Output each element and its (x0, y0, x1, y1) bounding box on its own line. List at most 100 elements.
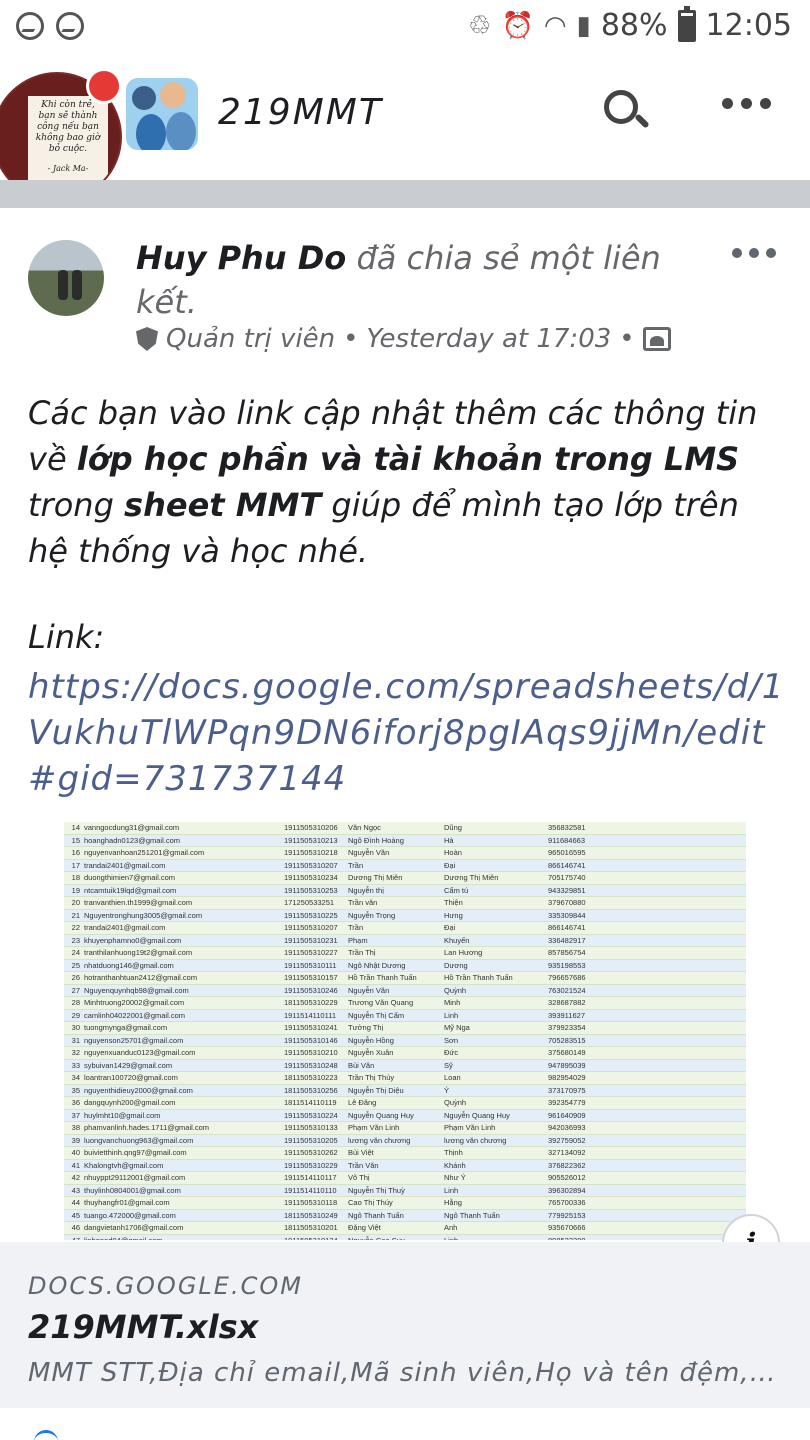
sheet-cell-stt: 38 (71, 1123, 80, 1132)
system-icons: ♲ ⏰ ◠ ▮ 88% 12:05 (468, 5, 792, 43)
sheet-cell-email: nguyenvanhoan251201@gmail.com (84, 848, 205, 857)
spreadsheet-preview: 14 vanngocdung31@gmail.com 1911505310206 Vă… (64, 822, 746, 1240)
sheet-cell-student-id: 1811505310256 (284, 1085, 338, 1095)
sheet-cell-phone: 328687882 (548, 998, 586, 1007)
sheet-cell-stt: 45 (71, 1210, 80, 1220)
sheet-cell-student-id: 1911505310205 (284, 1135, 338, 1145)
sheet-row: 42 nhuyppt29112001@gmail.com 1911514110117… (64, 1172, 746, 1185)
sheet-cell-surname: Nguyễn Trọng (348, 910, 396, 920)
section-divider (0, 180, 810, 208)
sheet-cell-phone: 982954029 (548, 1073, 586, 1082)
sheet-cell-name: Loan (444, 1073, 461, 1082)
status-bar: ♲ ⏰ ◠ ▮ 88% 12:05 (0, 0, 810, 58)
sheet-cell-phone: 705175740 (548, 873, 586, 882)
sheet-cell-stt: 39 (71, 1135, 80, 1145)
sheet-cell-name: Minh (444, 998, 461, 1007)
more-button[interactable] (722, 98, 771, 109)
sheet-cell-email: trandai2401@gmail.com (84, 923, 166, 932)
group-avatar-person (166, 112, 196, 150)
sheet-cell-phone: 943329851 (548, 885, 586, 895)
sheet-row: 38 phamvanlinh.hades.1711@gmail.com 191150… (64, 1122, 746, 1135)
sheet-cell-phone: 905526012 (548, 1173, 586, 1182)
messenger-icon (56, 12, 84, 40)
sheet-cell-stt: 27 (71, 985, 80, 995)
sheet-cell-name: Đại (444, 923, 456, 932)
sheet-cell-surname: Tưởng Thị (348, 1023, 384, 1032)
author-avatar[interactable] (28, 240, 104, 316)
post-text-bold: sheet MMT (124, 486, 322, 524)
sheet-cell-email: dangvietanh1706@gmail.com (84, 1223, 184, 1232)
sheet-cell-stt: 47 (71, 1235, 80, 1241)
sheet-row: 35 nguyenthidieuy2000@gmail.com 1811505310… (64, 1084, 746, 1097)
sheet-cell-surname: Trần văn (348, 898, 378, 907)
group-avatar[interactable] (126, 78, 198, 150)
sheet-cell-student-id: 1911505310133 (284, 1123, 338, 1132)
sheet-cell-stt: 36 (71, 1098, 80, 1107)
sheet-cell-name: Lan Hương (444, 948, 483, 957)
sheet-cell-email: tranthilanhuong19t2@gmail.com (84, 948, 193, 957)
sheet-cell-stt: 22 (71, 923, 80, 932)
sheet-cell-student-id: 1811505310201 (284, 1223, 338, 1232)
sheet-cell-email: hotranthanhtuan2412@gmail.com (84, 973, 198, 982)
post-meta: Quản trị viên • Yesterday at 17:03 • (136, 324, 671, 354)
sheet-cell-email: khuyenphamno0@gmail.com (84, 935, 182, 945)
quote-author: - Jack Ma- (47, 164, 89, 173)
sheet-cell-phone: 336482917 (548, 935, 586, 945)
author-name[interactable]: Huy Phu Do (136, 239, 346, 277)
sheet-cell-surname: Phạm (348, 935, 368, 945)
notification-icons (16, 12, 84, 40)
sheet-cell-surname: Lê Đăng (348, 1098, 377, 1107)
sheet-row: 27 Nguyenquynhqb98@gmail.com 1911505310246… (64, 984, 746, 997)
sheet-cell-name: Hà (444, 835, 454, 845)
sheet-row: 41 Khalongtvh@gmail.com 1911505310229 Trần … (64, 1159, 746, 1172)
sheet-cell-stt: 25 (71, 960, 80, 970)
sheet-row: 44 thuyhangfr01@gmail.com 1911505310118 Cao… (64, 1197, 746, 1210)
search-button[interactable] (604, 90, 650, 134)
sheet-cell-phone: 765700336 (548, 1198, 586, 1207)
sheet-cell-phone: 857856754 (548, 948, 586, 957)
quote-card: Khi còn trẻ, bạn sẽ thành công nếu bạn k… (28, 96, 108, 182)
sheet-cell-email: dangquynh200@gmail.com (84, 1098, 176, 1107)
more-icon (732, 248, 742, 258)
post-text-bold: lớp học phần và tài khoản trong LMS (76, 440, 740, 478)
post-footer (0, 1408, 810, 1440)
link-card[interactable]: DOCS.GOOGLE.COM 219MMT.xlsx MMT STT,Địa … (0, 1242, 810, 1408)
post-time[interactable]: Yesterday at 17:03 (366, 324, 611, 354)
sheet-cell-phone: 866146741 (548, 860, 586, 870)
sheet-cell-phone: 376822362 (548, 1160, 586, 1170)
battery-icon (677, 5, 696, 42)
group-avatar-person (136, 114, 166, 150)
post-link[interactable]: https://docs.google.com/spreadsheets/d/1… (28, 664, 788, 802)
sheet-cell-phone: 705283515 (548, 1035, 586, 1045)
sheet-cell-surname: Nguyễn Cao Suy (348, 1235, 405, 1241)
sheet-cell-student-id: 1911505310248 (284, 1060, 338, 1070)
sheet-cell-phone: 375680149 (548, 1048, 586, 1057)
post-options-button[interactable] (732, 248, 776, 258)
sheet-cell-stt: 30 (71, 1023, 80, 1032)
sheet-row: 23 khuyenphamno0@gmail.com 1911505310231 Ph… (64, 934, 746, 947)
sheet-cell-student-id: 1811505310229 (284, 998, 338, 1007)
sheet-row: 22 trandai2401@gmail.com 1911505310207 Trần… (64, 922, 746, 935)
sheet-cell-phone: 935198553 (548, 960, 586, 970)
sheet-cell-email: nhatduong146@gmail.com (84, 960, 174, 970)
sheet-cell-student-id: 1911514110117 (284, 1173, 337, 1182)
sheet-row: 33 sybuivan1429@gmail.com 1911505310248 Bùi… (64, 1059, 746, 1072)
link-preview-image[interactable]: 14 vanngocdung31@gmail.com 1911505310206 Vă… (0, 820, 810, 1240)
sheet-cell-stt: 42 (71, 1173, 80, 1182)
sheet-cell-phone: 379923354 (548, 1023, 586, 1032)
post-text: trong (28, 486, 125, 524)
sheet-cell-email: thuylinh0804001@gmail.com (84, 1185, 181, 1195)
group-name[interactable]: 219MMT (218, 92, 383, 133)
signal-icon: ▮ (576, 10, 591, 41)
sheet-cell-surname: Ngô Đình Hoàng (348, 835, 404, 845)
sheet-cell-name: Nguyễn Quang Huy (444, 1110, 510, 1120)
sheet-cell-student-id: 1911505310207 (284, 923, 338, 932)
sheet-cell-surname: Trần (348, 923, 364, 932)
sheet-cell-student-id: 1911514110111 (284, 1010, 336, 1020)
sheet-cell-name: Khánh (444, 1160, 466, 1170)
sheet-cell-stt: 44 (71, 1198, 80, 1207)
sheet-row: 24 tranthilanhuong19t2@gmail.com 191150531… (64, 947, 746, 960)
sheet-row: 34 loantran100720@gmail.com 1811505310223 T… (64, 1072, 746, 1085)
sheet-cell-phone: 396302894 (548, 1185, 586, 1195)
sheet-cell-phone: 947895039 (548, 1060, 586, 1070)
